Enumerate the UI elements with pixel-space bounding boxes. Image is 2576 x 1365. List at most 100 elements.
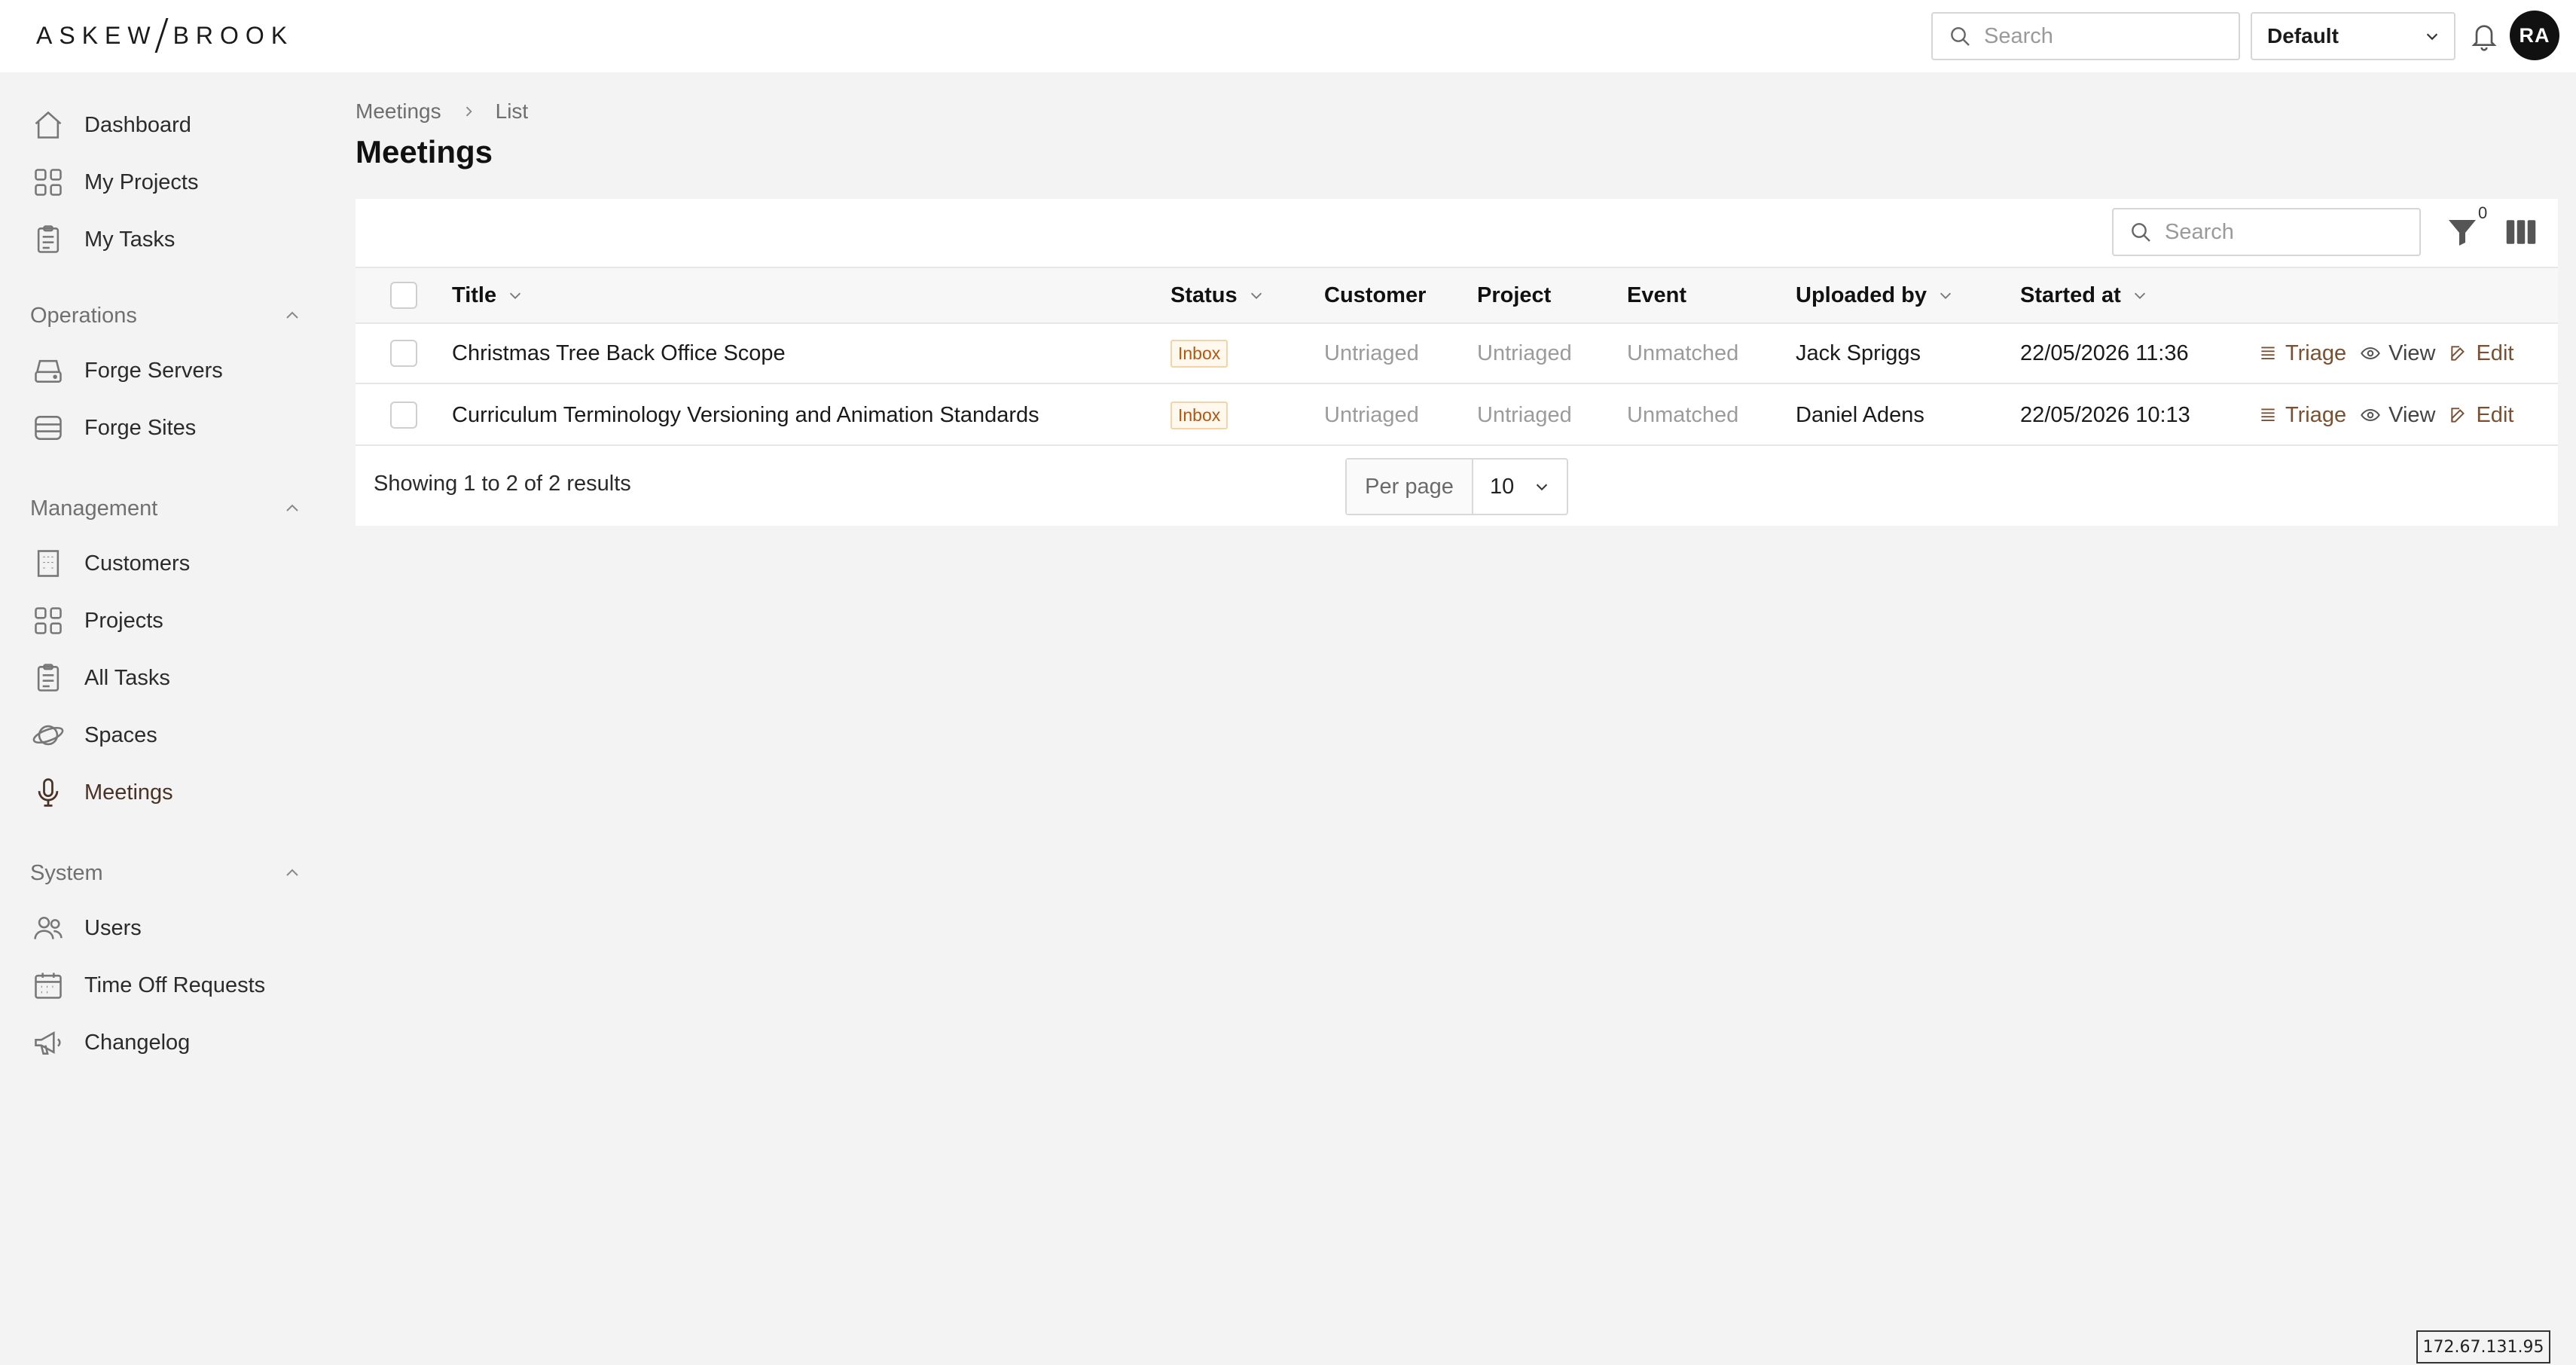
column-title[interactable]: Title xyxy=(452,268,523,322)
triage-label: Triage xyxy=(2285,402,2347,427)
section-management[interactable]: Management xyxy=(30,490,301,527)
status-badge: Inbox xyxy=(1170,339,1228,368)
edit-label: Edit xyxy=(2476,340,2514,365)
user-avatar[interactable]: RA xyxy=(2510,11,2559,60)
sidebar-item-projects[interactable]: Projects xyxy=(30,598,301,643)
triage-button[interactable]: Triage xyxy=(2258,341,2346,366)
sidebar-item-label: Dashboard xyxy=(84,112,191,137)
global-search-input[interactable] xyxy=(1984,23,2210,49)
database-icon xyxy=(30,410,66,446)
chevron-down-icon xyxy=(2426,33,2438,41)
triage-button[interactable]: Triage xyxy=(2258,403,2346,428)
sidebar-item-label: Spaces xyxy=(84,722,157,747)
sidebar-item-customers[interactable]: Customers xyxy=(30,541,301,586)
table-row[interactable]: Curriculum Terminology Versioning and An… xyxy=(356,386,2558,446)
sidebar-item-label: Projects xyxy=(84,608,163,633)
row-title[interactable]: Christmas Tree Back Office Scope xyxy=(452,324,786,383)
chevron-right-icon xyxy=(461,104,476,119)
row-title[interactable]: Curriculum Terminology Versioning and An… xyxy=(452,386,1039,444)
brand-right: BROOK xyxy=(172,21,295,49)
section-title: Management xyxy=(30,496,158,521)
chevron-up-icon xyxy=(286,311,298,319)
table-search-input[interactable] xyxy=(2165,219,2391,245)
sidebar-item-label: Forge Servers xyxy=(84,358,223,383)
column-project: Project xyxy=(1477,282,1552,307)
edit-icon xyxy=(2449,405,2468,425)
top-bar: ASKEW BROOK Default RA xyxy=(0,0,2576,72)
status-cell: Inbox xyxy=(1170,386,1228,444)
search-icon xyxy=(2132,223,2150,242)
row-project: Untriaged xyxy=(1477,340,1572,365)
workspace-select[interactable]: Default xyxy=(2251,12,2455,60)
row-actions: Triage View Edit xyxy=(2258,386,2527,444)
clipboard-icon xyxy=(30,660,66,696)
global-search[interactable] xyxy=(1931,12,2240,60)
edit-icon xyxy=(2449,344,2468,363)
edit-button[interactable]: Edit xyxy=(2449,403,2513,428)
section-operations[interactable]: Operations xyxy=(30,297,301,334)
row-checkbox[interactable] xyxy=(390,340,417,367)
column-started-at-label: Started at xyxy=(2020,282,2121,307)
sidebar-item-meetings[interactable]: Meetings xyxy=(30,770,301,815)
sidebar-item-users[interactable]: Users xyxy=(30,905,301,951)
sidebar-item-forge-sites[interactable]: Forge Sites xyxy=(30,405,301,450)
status-badge: Inbox xyxy=(1170,401,1228,429)
column-title-label: Title xyxy=(452,282,497,307)
brand-logo[interactable]: ASKEW BROOK xyxy=(36,17,294,54)
row-checkbox-cell xyxy=(390,386,417,444)
clipboard-icon xyxy=(30,221,66,258)
per-page-value-box[interactable]: 10 xyxy=(1473,460,1567,514)
row-started-at: 22/05/2026 11:36 xyxy=(2020,340,2189,365)
section-system[interactable]: System xyxy=(30,854,301,892)
select-all-checkbox[interactable] xyxy=(390,282,417,309)
sidebar-item-label: My Projects xyxy=(84,169,199,194)
view-button[interactable]: View xyxy=(2360,341,2435,366)
eye-icon xyxy=(2360,405,2381,426)
breadcrumb-meetings[interactable]: Meetings xyxy=(356,99,441,124)
bell-icon[interactable] xyxy=(2469,20,2499,53)
columns-icon[interactable] xyxy=(2505,218,2537,246)
table-search[interactable] xyxy=(2112,208,2421,256)
sidebar-item-forge-servers[interactable]: Forge Servers xyxy=(30,348,301,393)
table-row[interactable]: Christmas Tree Back Office Scope Inbox U… xyxy=(356,324,2558,384)
per-page-value: 10 xyxy=(1490,474,1515,499)
view-button[interactable]: View xyxy=(2360,403,2435,428)
sidebar-item-my-projects[interactable]: My Projects xyxy=(30,160,301,205)
section-title: System xyxy=(30,860,103,885)
edit-button[interactable]: Edit xyxy=(2449,341,2513,366)
filter-icon[interactable] xyxy=(2443,214,2481,250)
sidebar-item-dashboard[interactable]: Dashboard xyxy=(30,102,301,148)
triage-icon xyxy=(2258,405,2278,425)
sidebar-item-my-tasks[interactable]: My Tasks xyxy=(30,217,301,262)
sidebar-item-time-off-requests[interactable]: Time Off Requests xyxy=(30,963,301,1008)
column-started-at[interactable]: Started at xyxy=(2020,268,2148,322)
chevron-down-icon xyxy=(2132,287,2148,304)
results-summary: Showing 1 to 2 of 2 results xyxy=(374,472,631,496)
status-cell: Inbox xyxy=(1170,324,1228,383)
sidebar-item-changelog[interactable]: Changelog xyxy=(30,1020,301,1065)
per-page-select[interactable]: Per page 10 xyxy=(1345,458,1568,515)
breadcrumb: Meetings List xyxy=(356,96,528,127)
sidebar-item-label: Customers xyxy=(84,551,191,576)
row-checkbox[interactable] xyxy=(390,402,417,429)
search-icon xyxy=(1951,27,1970,46)
megaphone-icon xyxy=(30,1025,66,1061)
edit-label: Edit xyxy=(2476,402,2514,427)
users-icon xyxy=(30,910,66,946)
chevron-down-icon xyxy=(1937,287,1954,304)
chevron-down-icon xyxy=(507,287,523,304)
table-header: Title Status Customer Project Event Uplo… xyxy=(356,267,2558,324)
ip-address-label: 172.67.131.95 xyxy=(2416,1330,2550,1363)
chevron-up-icon xyxy=(286,504,298,511)
column-status[interactable]: Status xyxy=(1170,268,1265,322)
column-uploaded-by[interactable]: Uploaded by xyxy=(1796,268,1954,322)
sidebar-item-label: Meetings xyxy=(84,780,173,805)
home-icon xyxy=(30,107,66,143)
row-uploaded-by: Jack Spriggs xyxy=(1796,340,1921,365)
sidebar-item-spaces[interactable]: Spaces xyxy=(30,713,301,758)
planet-icon xyxy=(30,717,66,753)
row-event: Unmatched xyxy=(1627,402,1739,427)
eye-icon xyxy=(2360,343,2381,364)
per-page-label: Per page xyxy=(1347,460,1473,514)
sidebar-item-all-tasks[interactable]: All Tasks xyxy=(30,655,301,701)
